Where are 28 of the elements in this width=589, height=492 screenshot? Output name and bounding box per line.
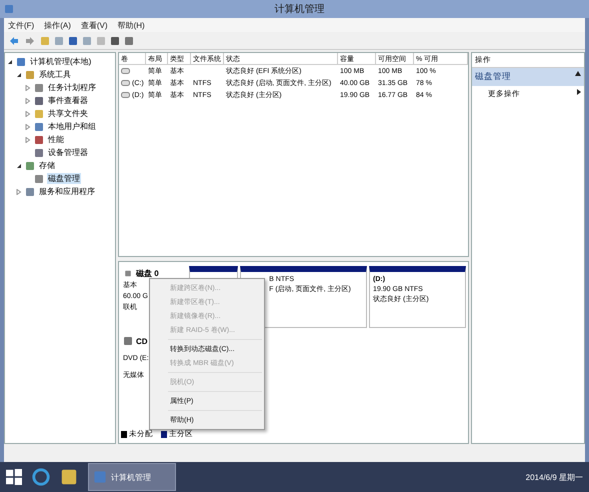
collapse-arrow-icon[interactable]	[575, 71, 581, 76]
tree-item[interactable]: 系统工具	[38, 69, 72, 80]
tree-item[interactable]: 服务和应用程序	[38, 186, 96, 197]
disk-name: CD	[136, 336, 148, 346]
window-title: 计算机管理	[274, 2, 326, 16]
tree-item[interactable]: 设备管理器	[47, 147, 89, 158]
taskbar-button[interactable]: 计算机管理	[88, 463, 176, 491]
tree-item[interactable]: 事件查看器	[47, 95, 89, 106]
forward-icon	[24, 36, 36, 46]
menu-item[interactable]: 帮助(H)	[118, 20, 145, 30]
clock-date: 2014/6/9 星期一	[526, 472, 583, 482]
submenu-arrow-icon	[577, 89, 581, 95]
tree-item[interactable]: 任务计划程序	[47, 82, 97, 93]
expand-arrow-icon[interactable]	[16, 162, 22, 168]
expand-arrow-icon[interactable]	[16, 72, 22, 78]
menu-item[interactable]: 查看(V)	[80, 20, 108, 30]
back-icon	[8, 36, 20, 46]
tree-item[interactable]: 本地用户和组	[47, 121, 97, 132]
menu-item[interactable]: 文件(F)	[8, 20, 34, 30]
tree-item[interactable]: 计算机管理(本地)	[29, 56, 92, 67]
menu-item[interactable]: 操作(A)	[44, 20, 71, 30]
tree-item[interactable]: 共享文件夹	[47, 108, 89, 119]
disk-name: 磁盘 0	[136, 268, 159, 279]
tree-item[interactable]: 磁盘管理	[47, 173, 81, 184]
expand-arrow-icon[interactable]	[7, 58, 13, 64]
start-icon	[6, 469, 22, 485]
tree-item[interactable]: 存储	[38, 160, 56, 171]
tree-item[interactable]: 性能	[47, 134, 65, 145]
